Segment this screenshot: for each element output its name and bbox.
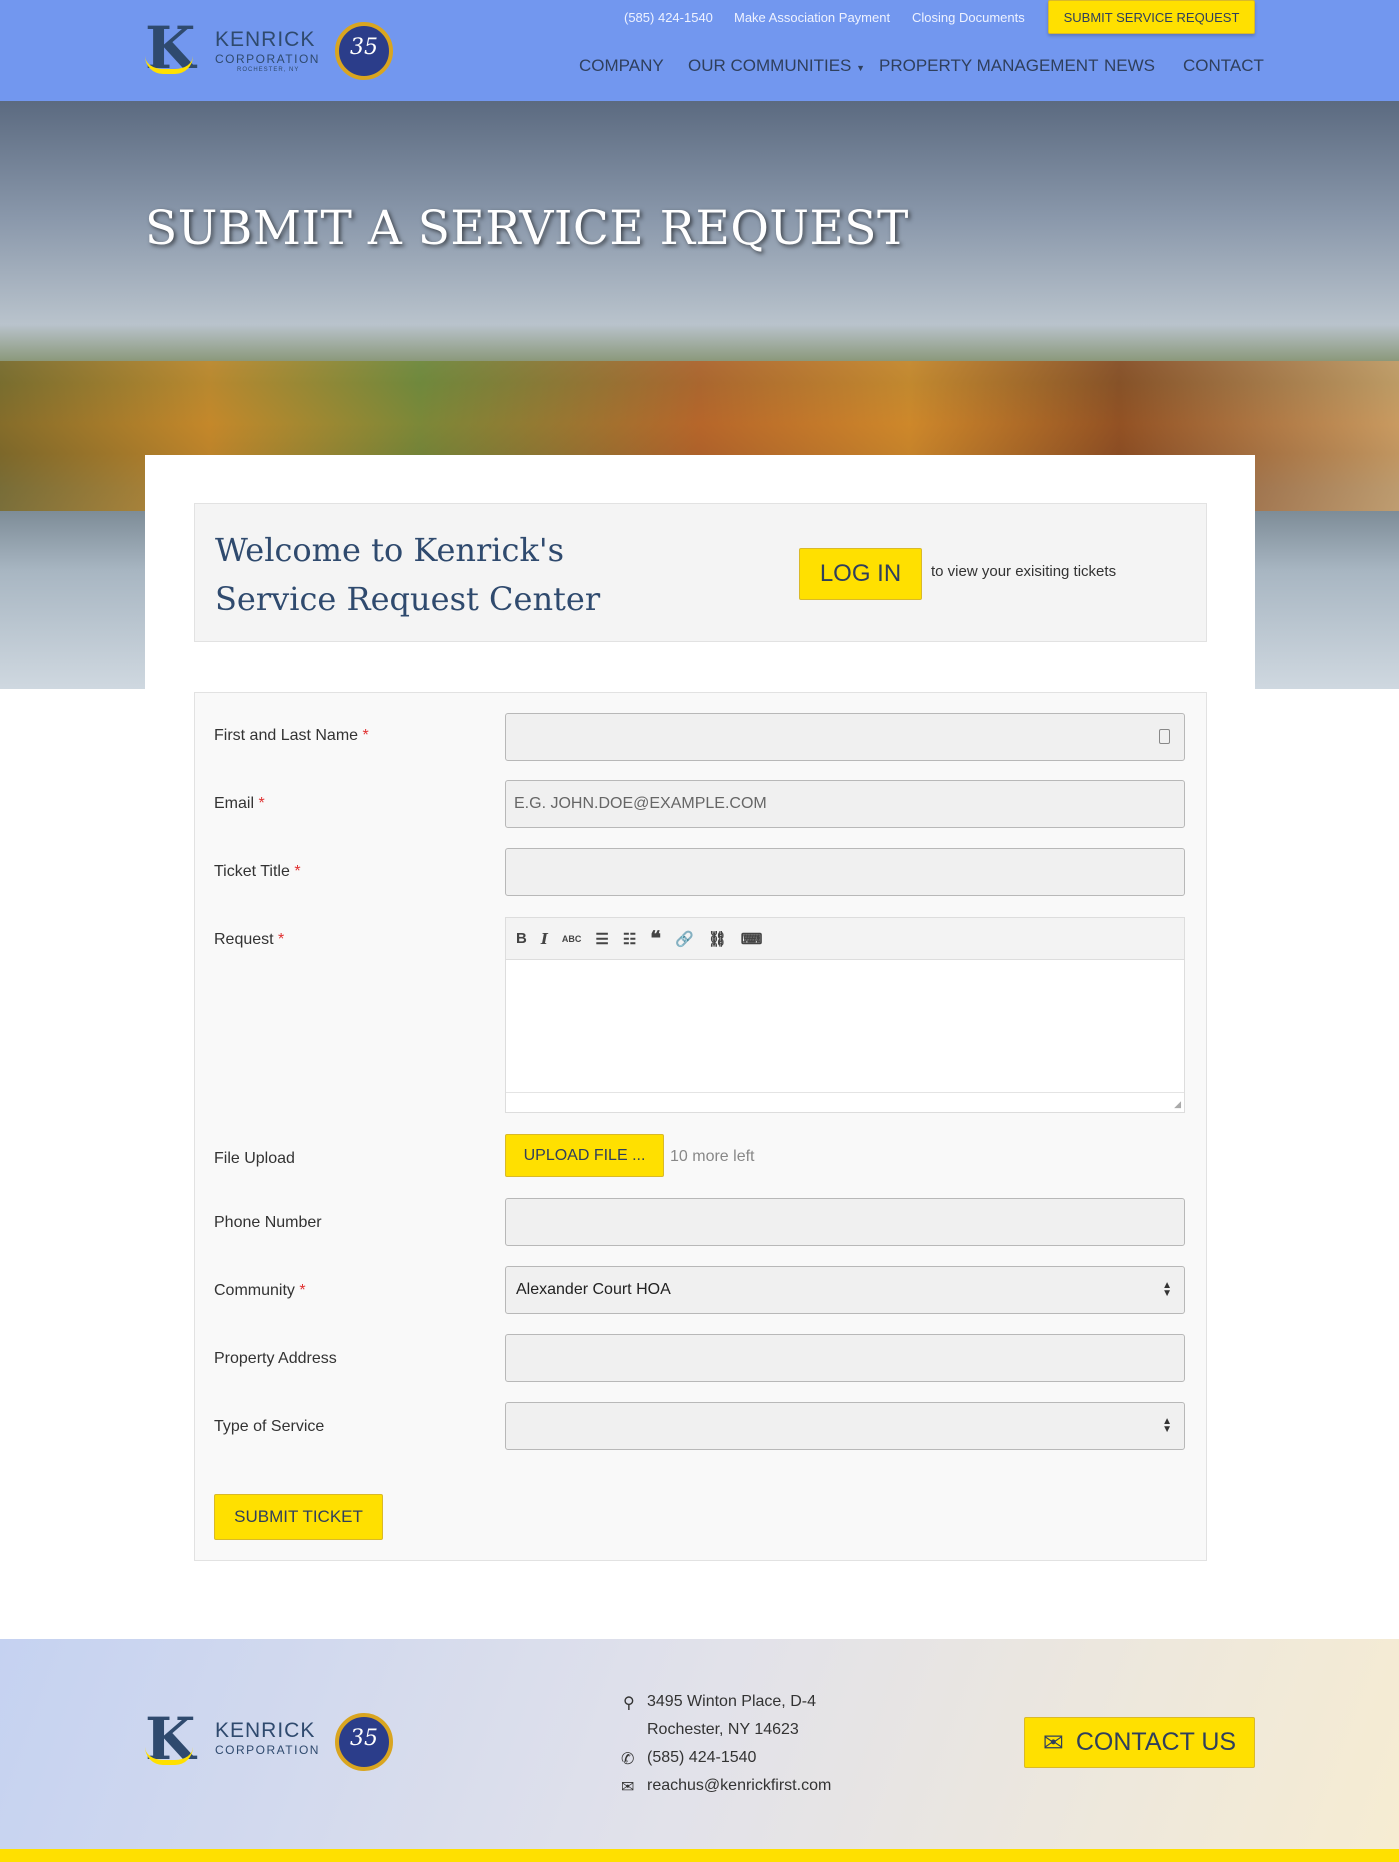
community-select[interactable]: Alexander Court HOA ▲ ▼ — [505, 1266, 1185, 1314]
numbered-list-icon[interactable]: ☷ — [623, 930, 636, 948]
badge-number: 35 — [350, 1726, 378, 1751]
request-label: Request * — [214, 931, 285, 948]
logo-sub: CORPORATION — [215, 1743, 320, 1757]
unlink-icon[interactable]: ⛓ — [708, 930, 727, 948]
name-input[interactable] — [505, 713, 1185, 761]
logo-name: KENRICK — [215, 1719, 316, 1742]
footer-phone-link[interactable]: (585) 424-1540 — [647, 1749, 756, 1767]
footer-email-link[interactable]: reachus@kenrickfirst.com — [647, 1777, 831, 1795]
submit-service-request-button[interactable]: SUBMIT SERVICE REQUEST — [1048, 0, 1255, 34]
nav-contact[interactable]: CONTACT — [1183, 56, 1264, 76]
nav-our-communities[interactable]: OUR COMMUNITIES ▼ — [688, 56, 865, 76]
nav-company[interactable]: COMPANY — [579, 56, 664, 76]
address-line-1: 3495 Winton Place, D-4 — [647, 1693, 816, 1710]
community-value: Alexander Court HOA — [516, 1281, 671, 1298]
service-type-select[interactable]: ▲ ▼ — [505, 1402, 1185, 1450]
site-header: K KENRICK CORPORATION ROCHESTER, NY 35 (… — [0, 0, 1399, 101]
page-title: SUBMIT A SERVICE REQUEST — [145, 201, 909, 256]
contact-us-button[interactable]: ✉ CONTACT US — [1024, 1717, 1255, 1768]
bullet-list-icon[interactable]: ☰ — [595, 930, 608, 948]
payment-link[interactable]: Make Association Payment — [734, 10, 890, 25]
quote-icon[interactable]: ❝ — [650, 926, 661, 951]
logo[interactable]: K KENRICK CORPORATION ROCHESTER, NY 35 — [145, 18, 395, 82]
nav-news[interactable]: NEWS — [1104, 56, 1155, 76]
footer-logo[interactable]: K KENRICK CORPORATION 35 — [145, 1709, 395, 1773]
footer-accent-bar — [0, 1849, 1399, 1862]
badge-number: 35 — [350, 35, 378, 60]
editor-statusbar: ◢ — [506, 1092, 1184, 1112]
italic-icon[interactable]: I — [541, 930, 548, 948]
name-label: First and Last Name * — [214, 727, 369, 744]
keyboard-icon[interactable]: ⌨ — [741, 930, 763, 948]
upload-remaining: 10 more left — [670, 1148, 755, 1165]
map-pin-icon: ⚲ — [623, 1695, 635, 1712]
welcome-panel: Welcome to Kenrick's Service Request Cen… — [194, 503, 1207, 642]
phone-input[interactable] — [505, 1198, 1185, 1246]
strikethrough-icon[interactable]: ABC — [562, 934, 582, 944]
ticket-title-label: Ticket Title * — [214, 863, 301, 880]
logo-sub: CORPORATION — [215, 52, 320, 66]
select-arrows-icon: ▲ ▼ — [1162, 1280, 1172, 1299]
request-editor[interactable]: B I ABC ☰ ☷ ❝ 🔗 ⛓ ⌨ ◢ — [505, 917, 1185, 1113]
resize-handle-icon[interactable]: ◢ — [1174, 1099, 1181, 1110]
upload-file-button[interactable]: UPLOAD FILE ... — [505, 1134, 664, 1177]
address-line-2: Rochester, NY 14623 — [647, 1721, 799, 1738]
submit-ticket-button[interactable]: SUBMIT TICKET — [214, 1494, 383, 1540]
anniversary-badge: 35 — [335, 1713, 393, 1771]
welcome-heading: Welcome to Kenrick's Service Request Cen… — [215, 531, 601, 618]
link-icon[interactable]: 🔗 — [675, 930, 694, 948]
email-label: Email * — [214, 795, 265, 812]
logo-location: ROCHESTER, NY — [237, 67, 300, 73]
contact-card-icon — [1159, 729, 1170, 744]
contact-us-label: CONTACT US — [1075, 1728, 1237, 1756]
bold-icon[interactable]: B — [516, 930, 527, 947]
file-upload-label: File Upload — [214, 1150, 295, 1167]
envelope-icon: ✉ — [1042, 1728, 1064, 1757]
login-button[interactable]: LOG IN — [799, 548, 922, 600]
nav-property-management[interactable]: PROPERTY MANAGEMENT — [879, 56, 1098, 76]
closing-documents-link[interactable]: Closing Documents — [912, 10, 1025, 25]
select-arrows-icon: ▲ ▼ — [1162, 1416, 1172, 1435]
community-label: Community * — [214, 1282, 306, 1299]
envelope-icon: ✉ — [621, 1779, 635, 1796]
login-note: to view your exisiting tickets — [931, 563, 1117, 580]
ticket-title-input[interactable] — [505, 848, 1185, 896]
phone-label: Phone Number — [214, 1214, 322, 1231]
property-address-label: Property Address — [214, 1350, 337, 1367]
phone-icon: ✆ — [621, 1751, 635, 1768]
editor-toolbar: B I ABC ☰ ☷ ❝ 🔗 ⛓ ⌨ — [506, 918, 1184, 960]
email-input[interactable]: E.G. JOHN.DOE@EXAMPLE.COM — [505, 780, 1185, 828]
logo-name: KENRICK — [215, 28, 316, 51]
site-footer: K KENRICK CORPORATION 35 ⚲ 3495 Winton P… — [0, 1639, 1399, 1855]
anniversary-badge: 35 — [335, 22, 393, 80]
phone-link[interactable]: (585) 424-1540 — [624, 10, 713, 25]
service-type-label: Type of Service — [214, 1418, 325, 1435]
nav-label: OUR COMMUNITIES — [688, 56, 852, 75]
property-address-input[interactable] — [505, 1334, 1185, 1382]
caret-down-icon: ▼ — [856, 63, 866, 73]
